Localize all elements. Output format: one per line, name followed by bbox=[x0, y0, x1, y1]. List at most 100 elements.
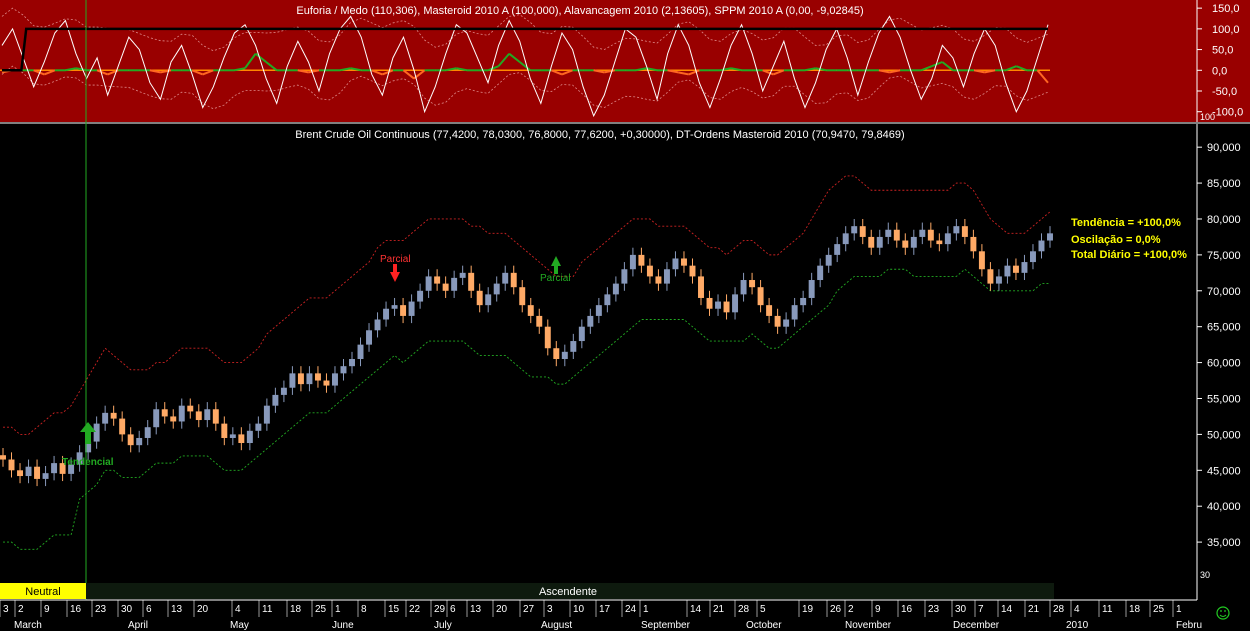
candle-body bbox=[119, 418, 126, 435]
candle-body bbox=[587, 315, 594, 327]
candle-body bbox=[612, 283, 619, 295]
candle-body bbox=[144, 427, 151, 438]
candle-body bbox=[995, 276, 1002, 284]
x-day-label: 20 bbox=[197, 604, 209, 615]
candle-body bbox=[459, 272, 466, 278]
candle-body bbox=[366, 330, 373, 345]
candle-body bbox=[595, 305, 602, 316]
x-month-label: August bbox=[541, 620, 572, 631]
candle-body bbox=[927, 229, 934, 241]
candle-body bbox=[178, 405, 185, 422]
candle-body bbox=[715, 301, 722, 309]
candle-body bbox=[280, 387, 287, 395]
x-day-label: 4 bbox=[1074, 604, 1080, 615]
candle-body bbox=[834, 244, 841, 255]
candle-body bbox=[17, 470, 24, 477]
x-day-label: 16 bbox=[70, 604, 82, 615]
x-day-label: 24 bbox=[625, 604, 637, 615]
x-day-label: 7 bbox=[978, 604, 984, 615]
candle-body bbox=[323, 380, 330, 386]
candle-body bbox=[493, 283, 500, 295]
candle-body bbox=[93, 423, 100, 442]
candle-body bbox=[476, 290, 483, 306]
candle-body bbox=[383, 308, 390, 320]
candle-body bbox=[263, 405, 270, 424]
x-day-label: 14 bbox=[690, 604, 702, 615]
x-day-label: 3 bbox=[547, 604, 553, 615]
candle-body bbox=[740, 280, 747, 295]
candle-body bbox=[1004, 265, 1011, 277]
x-day-label: 6 bbox=[450, 604, 456, 615]
x-day-label: 2 bbox=[848, 604, 854, 615]
candle-body bbox=[374, 319, 381, 331]
oscillator-title: Euforia / Medo (110,306), Masteroid 2010… bbox=[296, 5, 863, 17]
candle-body bbox=[766, 305, 773, 316]
candle-body bbox=[842, 233, 849, 245]
candle-body bbox=[195, 411, 202, 421]
candle-body bbox=[851, 226, 858, 234]
candle-body bbox=[970, 236, 977, 252]
candle-body bbox=[417, 290, 424, 302]
candle-body bbox=[442, 283, 449, 291]
candle-body bbox=[451, 277, 458, 291]
candle-body bbox=[902, 240, 909, 248]
candle-body bbox=[502, 272, 509, 284]
candle-body bbox=[306, 373, 313, 385]
candle-body bbox=[978, 251, 985, 270]
candle-body bbox=[544, 326, 551, 349]
x-day-label: 3 bbox=[3, 604, 9, 615]
price-tick-label: 80,000 bbox=[1207, 214, 1241, 226]
x-day-label: 28 bbox=[738, 604, 750, 615]
candle-body bbox=[578, 326, 585, 342]
x-day-label: 18 bbox=[290, 604, 302, 615]
x-day-label: 20 bbox=[496, 604, 508, 615]
candle-body bbox=[238, 434, 245, 444]
price-tick-label: 90,000 bbox=[1207, 142, 1241, 154]
candle-body bbox=[723, 301, 730, 313]
candle-body bbox=[221, 423, 228, 438]
candle-body bbox=[255, 423, 262, 431]
candle-body bbox=[8, 459, 15, 471]
x-day-label: 11 bbox=[1102, 604, 1113, 615]
x-day-label: 1 bbox=[643, 604, 649, 615]
candle-body bbox=[987, 269, 994, 284]
candle-body bbox=[510, 272, 517, 288]
status-neutral-label: Neutral bbox=[25, 586, 60, 598]
x-month-label: June bbox=[332, 620, 354, 631]
candle-body bbox=[749, 280, 756, 288]
candle-body bbox=[110, 412, 117, 419]
candle-body bbox=[136, 437, 143, 446]
x-day-label: 6 bbox=[146, 604, 152, 615]
candle-body bbox=[400, 305, 407, 316]
upper-band-line bbox=[3, 175, 1051, 435]
tendencia-label: Tendência = +100,0% bbox=[1071, 217, 1181, 229]
candle-body bbox=[42, 473, 49, 479]
candle-body bbox=[876, 236, 883, 248]
x-day-label: 13 bbox=[470, 604, 482, 615]
x-day-label: 10 bbox=[573, 604, 585, 615]
x-day-label: 21 bbox=[713, 604, 725, 615]
x-day-label: 28 bbox=[1053, 604, 1065, 615]
candle-body bbox=[434, 276, 441, 284]
price-tick-label: 40,000 bbox=[1207, 501, 1241, 513]
candle-body bbox=[868, 236, 875, 248]
candle-body bbox=[25, 466, 32, 477]
candle-body bbox=[51, 463, 58, 474]
x-day-label: 25 bbox=[315, 604, 327, 615]
candle-body bbox=[885, 229, 892, 237]
candle-body bbox=[519, 287, 526, 306]
x-day-label: 23 bbox=[95, 604, 107, 615]
candle-body bbox=[859, 226, 866, 237]
candle-body bbox=[212, 409, 219, 424]
candle-body bbox=[944, 233, 951, 245]
candle-body bbox=[127, 434, 134, 446]
candle-body bbox=[604, 294, 611, 306]
oscillator-axis-background bbox=[1197, 0, 1250, 122]
x-month-label: Febru bbox=[1176, 620, 1202, 631]
x-month-label: 2010 bbox=[1066, 620, 1089, 631]
x-day-label: 23 bbox=[928, 604, 940, 615]
status-ascendente-label: Ascendente bbox=[539, 586, 597, 598]
candle-body bbox=[187, 405, 194, 412]
candle-body bbox=[757, 287, 764, 306]
x-day-label: 30 bbox=[121, 604, 133, 615]
